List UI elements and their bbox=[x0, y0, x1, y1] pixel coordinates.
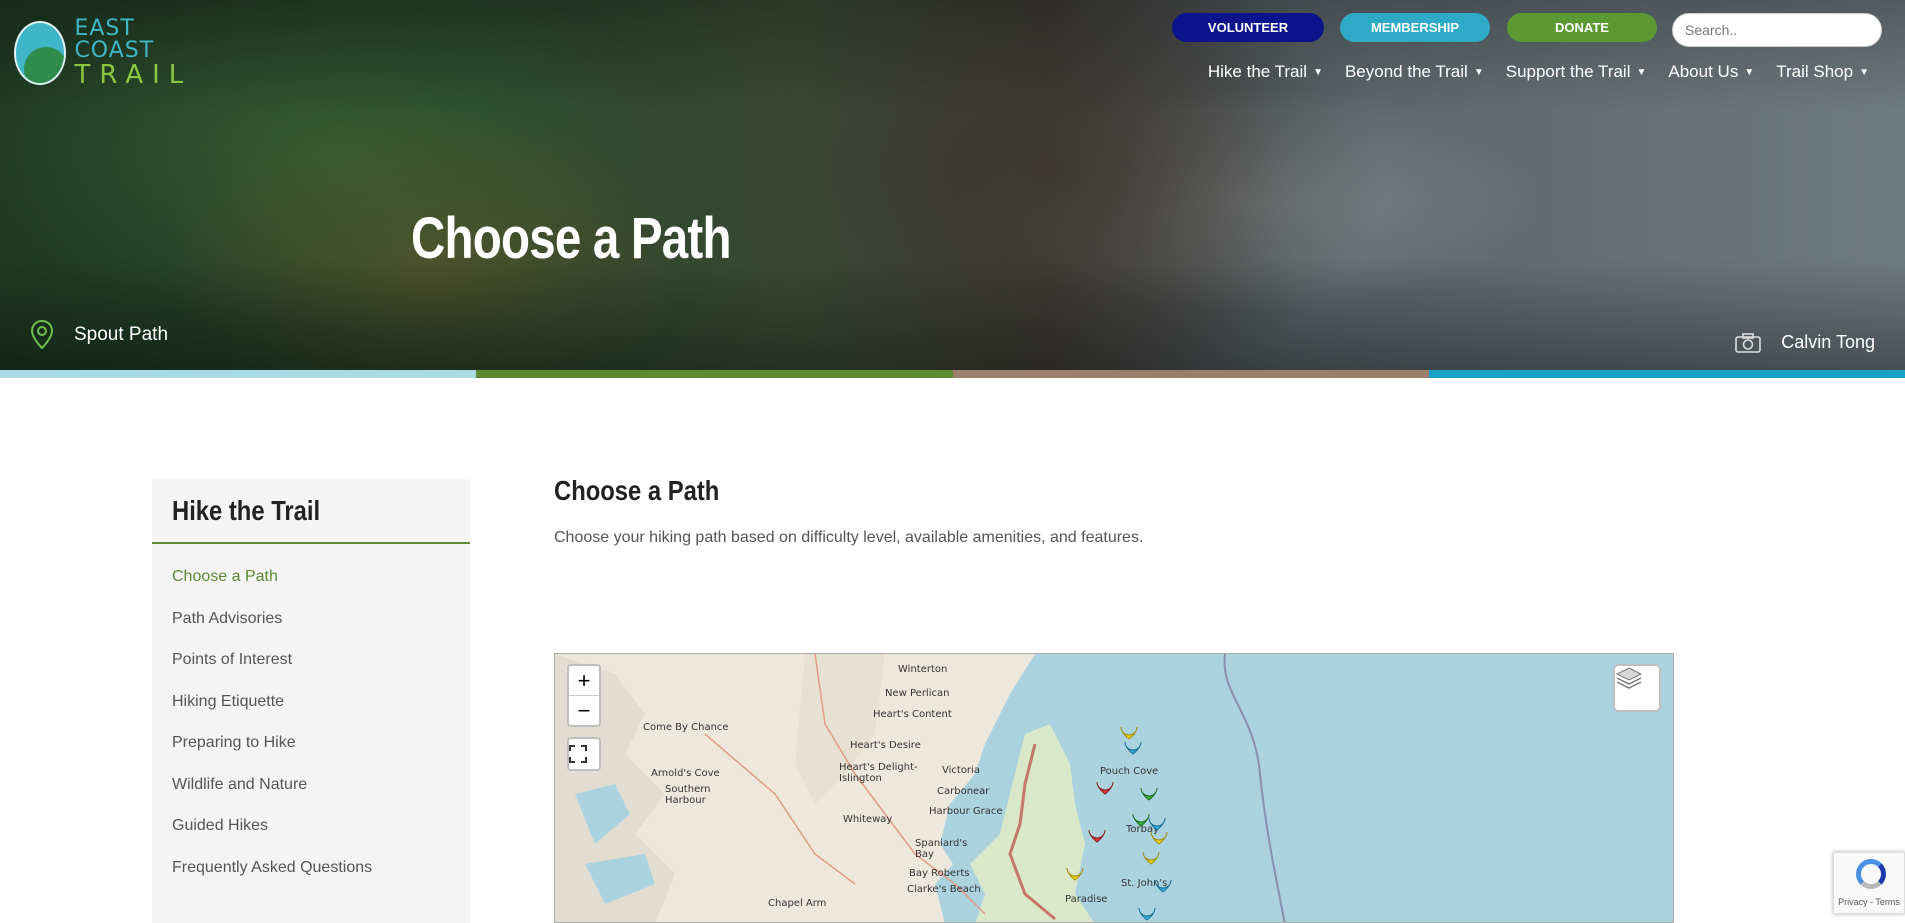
map-marker-icon bbox=[1120, 726, 1138, 740]
map-marker-icon bbox=[1124, 741, 1142, 755]
map-marker-icon bbox=[1150, 831, 1168, 845]
nav-beyond-the-trail[interactable]: Beyond the Trail ▼ bbox=[1345, 62, 1484, 82]
logo-line-2: TRAIL bbox=[74, 60, 193, 90]
donate-button[interactable]: DONATE bbox=[1507, 13, 1657, 42]
stripe-2 bbox=[476, 370, 953, 378]
layers-button[interactable] bbox=[1613, 664, 1661, 712]
map-marker-icon bbox=[1066, 867, 1084, 881]
sidebar-item-wildlife-and-nature[interactable]: Wildlife and Nature bbox=[172, 764, 450, 806]
chevron-down-icon: ▼ bbox=[1744, 66, 1755, 78]
sidebar-item-hiking-etiquette[interactable]: Hiking Etiquette bbox=[172, 681, 450, 723]
membership-button[interactable]: MEMBERSHIP bbox=[1340, 13, 1490, 42]
sidebar-item-faq[interactable]: Frequently Asked Questions bbox=[172, 847, 450, 889]
zoom-control: + − bbox=[567, 664, 601, 727]
sidebar-item-guided-hikes[interactable]: Guided Hikes bbox=[172, 805, 450, 847]
stripe-4 bbox=[1428, 370, 1905, 378]
stripe-1 bbox=[0, 370, 477, 378]
recaptcha-text: Privacy - Terms bbox=[1838, 897, 1900, 907]
fullscreen-button[interactable] bbox=[567, 737, 601, 771]
volunteer-button[interactable]: VOLUNTEER bbox=[1172, 13, 1324, 42]
layers-icon bbox=[1615, 667, 1643, 689]
hero-title: Choose a Path bbox=[411, 206, 732, 271]
map-marker-icon bbox=[1140, 787, 1158, 801]
sidebar-list: Choose a Path Path Advisories Points of … bbox=[152, 544, 470, 900]
zoom-in-button[interactable]: + bbox=[569, 666, 599, 695]
logo-text: EAST COAST TRAIL bbox=[74, 16, 194, 90]
map-marker-icon bbox=[1088, 829, 1106, 843]
main-nav: Hike the Trail ▼ Beyond the Trail ▼ Suppor… bbox=[1208, 62, 1869, 82]
nav-label: Support the Trail bbox=[1505, 62, 1631, 81]
trail-map[interactable]: Winterton New Perlican Heart's Content C… bbox=[554, 653, 1674, 923]
nav-label: Beyond the Trail bbox=[1344, 62, 1468, 81]
sidebar-item-points-of-interest[interactable]: Points of Interest bbox=[172, 639, 450, 681]
nav-label: About Us bbox=[1668, 62, 1739, 81]
nav-hike-the-trail[interactable]: Hike the Trail ▼ bbox=[1208, 62, 1323, 82]
chevron-down-icon: ▼ bbox=[1859, 66, 1869, 78]
page-description: Choose your hiking path based on difficu… bbox=[554, 529, 1144, 546]
recaptcha-icon bbox=[1856, 859, 1886, 889]
camera-icon bbox=[1735, 332, 1762, 353]
map-marker-icon bbox=[1132, 813, 1150, 827]
map-marker-icon bbox=[1096, 781, 1114, 795]
stripe-3 bbox=[952, 370, 1429, 378]
fullscreen-icon bbox=[569, 745, 587, 763]
sidebar: Hike the Trail Choose a Path Path Adviso… bbox=[152, 479, 470, 923]
search-input[interactable] bbox=[1672, 13, 1882, 47]
sidebar-item-preparing-to-hike[interactable]: Preparing to Hike bbox=[172, 722, 450, 764]
map-marker-icon bbox=[1142, 851, 1160, 865]
photo-credit-name: Calvin Tong bbox=[1781, 332, 1875, 352]
logo-mark-icon bbox=[14, 21, 67, 85]
sidebar-title: Hike the Trail bbox=[152, 479, 470, 544]
chevron-down-icon: ▼ bbox=[1313, 66, 1323, 78]
hero-banner: EAST COAST TRAIL VOLUNTEER MEMBERSHIP DO… bbox=[0, 0, 1905, 370]
color-stripes bbox=[0, 370, 1905, 378]
trail-markers bbox=[1066, 726, 1172, 921]
site-logo[interactable]: EAST COAST TRAIL bbox=[14, 18, 194, 88]
page-title: Choose a Path bbox=[554, 475, 720, 506]
sidebar-item-choose-a-path[interactable]: Choose a Path bbox=[172, 556, 450, 598]
sidebar-item-path-advisories[interactable]: Path Advisories bbox=[172, 598, 450, 640]
zoom-out-button[interactable]: − bbox=[569, 695, 599, 725]
hero-location: Spout Path bbox=[30, 320, 168, 350]
recaptcha-badge[interactable]: Privacy - Terms bbox=[1833, 852, 1905, 914]
logo-line-1: EAST COAST bbox=[74, 16, 155, 63]
nav-support-the-trail[interactable]: Support the Trail ▼ bbox=[1506, 62, 1647, 82]
map-marker-icon bbox=[1154, 879, 1172, 893]
hero-shade bbox=[0, 0, 1905, 370]
chevron-down-icon: ▼ bbox=[1473, 66, 1484, 78]
map-marker-icon bbox=[1138, 907, 1156, 921]
nav-about-us[interactable]: About Us ▼ bbox=[1668, 62, 1754, 82]
nav-trail-shop[interactable]: Trail Shop ▼ bbox=[1776, 62, 1869, 82]
hero-location-label: Spout Path bbox=[74, 324, 169, 345]
map-marker-icon bbox=[1148, 817, 1166, 831]
nav-label: Trail Shop bbox=[1776, 62, 1854, 81]
nav-label: Hike the Trail bbox=[1207, 62, 1308, 81]
map-pin-icon bbox=[30, 320, 54, 350]
photo-credit: Calvin Tong bbox=[1735, 332, 1875, 353]
chevron-down-icon: ▼ bbox=[1636, 66, 1647, 78]
